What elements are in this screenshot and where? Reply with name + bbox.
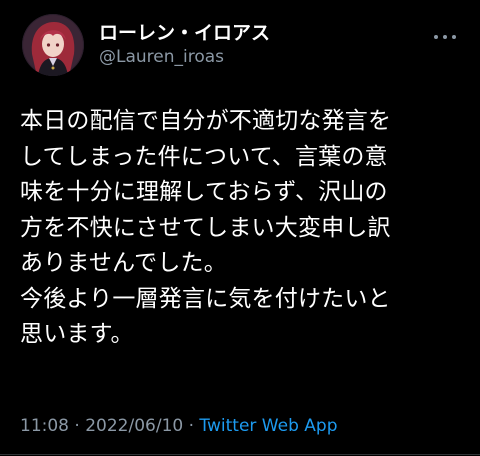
tweet-text-line: してしまった件について、言葉の意	[20, 143, 388, 170]
avatar[interactable]	[22, 14, 84, 76]
tweet-text-line: 思います。	[20, 321, 134, 347]
tweet-time[interactable]: 11:08	[20, 416, 69, 436]
tweet-text-line: 今後より一層発言に気を付けたいと	[20, 285, 391, 312]
tweet-text-line: 方を不快にさせてしまい大変申し訳	[20, 214, 391, 241]
tweet-text-line: 本日の配信で自分が不適切な発言を	[20, 108, 392, 134]
avatar-image	[22, 14, 84, 76]
tweet-text: 本日の配信で自分が不適切な発言を してしまった件について、言葉の意 味を十分に理…	[20, 104, 466, 353]
divider	[0, 454, 480, 455]
tweet-date[interactable]: 2022/06/10	[85, 416, 183, 436]
tweet: ローレン・イロアス @Lauren_iroas 本日の配信で自分が不適切な発言を…	[0, 0, 480, 456]
tweet-text-line: ありませんでした。	[20, 250, 227, 276]
tweet-text-line: 味を十分に理解しておらず、沢山の	[20, 179, 388, 205]
user-info[interactable]: ローレン・イロアス @Lauren_iroas	[99, 21, 270, 69]
separator: ·	[183, 416, 200, 436]
dot	[434, 35, 438, 39]
dot	[452, 35, 456, 39]
dot	[443, 35, 447, 39]
user-handle[interactable]: @Lauren_iroas	[99, 45, 270, 69]
tweet-meta: 11:08 · 2022/06/10 · Twitter Web App	[20, 414, 337, 438]
separator: ·	[69, 416, 86, 436]
tweet-header: ローレン・イロアス @Lauren_iroas	[18, 12, 462, 80]
tweet-source-link[interactable]: Twitter Web App	[199, 416, 337, 436]
display-name[interactable]: ローレン・イロアス	[99, 21, 270, 45]
more-options-icon[interactable]	[434, 32, 456, 42]
